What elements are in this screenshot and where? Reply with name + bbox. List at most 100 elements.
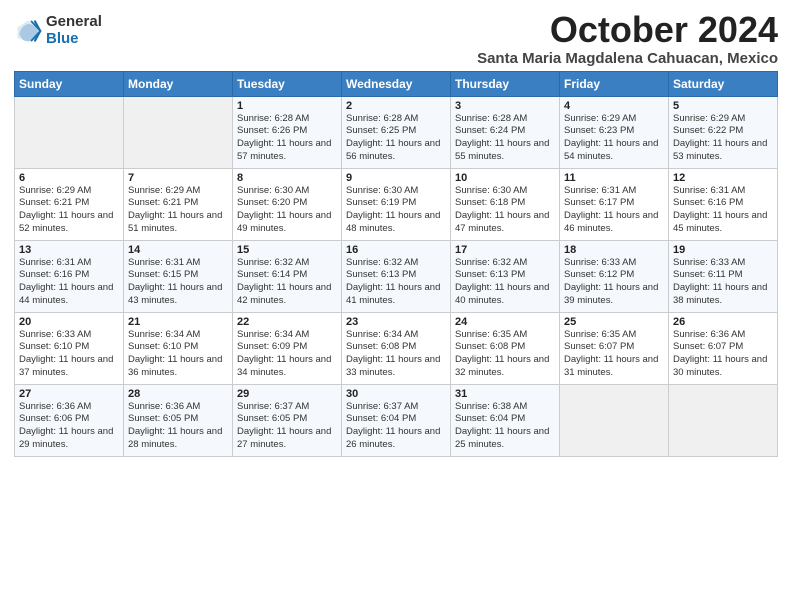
day-number: 1: [237, 100, 337, 112]
day-number: 10: [455, 172, 555, 184]
calendar-cell: 20Sunrise: 6:33 AMSunset: 6:10 PMDayligh…: [15, 312, 124, 384]
day-number: 6: [19, 172, 119, 184]
logo-icon: [14, 17, 42, 45]
day-number: 20: [19, 316, 119, 328]
calendar-cell: 28Sunrise: 6:36 AMSunset: 6:05 PMDayligh…: [124, 384, 233, 456]
cell-info: Sunrise: 6:33 AMSunset: 6:11 PMDaylight:…: [673, 257, 773, 308]
calendar-cell: 10Sunrise: 6:30 AMSunset: 6:18 PMDayligh…: [451, 168, 560, 240]
cell-info: Sunrise: 6:29 AMSunset: 6:21 PMDaylight:…: [128, 185, 228, 236]
cell-info: Sunrise: 6:30 AMSunset: 6:19 PMDaylight:…: [346, 185, 446, 236]
cell-info: Sunrise: 6:33 AMSunset: 6:10 PMDaylight:…: [19, 329, 119, 380]
cell-info: Sunrise: 6:28 AMSunset: 6:25 PMDaylight:…: [346, 113, 446, 164]
cell-info: Sunrise: 6:32 AMSunset: 6:13 PMDaylight:…: [346, 257, 446, 308]
cell-info: Sunrise: 6:29 AMSunset: 6:23 PMDaylight:…: [564, 113, 664, 164]
day-number: 27: [19, 388, 119, 400]
cell-info: Sunrise: 6:34 AMSunset: 6:10 PMDaylight:…: [128, 329, 228, 380]
header: General Blue October 2024 Santa Maria Ma…: [14, 10, 778, 67]
calendar-cell: 5Sunrise: 6:29 AMSunset: 6:22 PMDaylight…: [669, 96, 778, 168]
title-block: October 2024 Santa Maria Magdalena Cahua…: [477, 10, 778, 67]
week-row-3: 13Sunrise: 6:31 AMSunset: 6:16 PMDayligh…: [15, 240, 778, 312]
cell-info: Sunrise: 6:34 AMSunset: 6:09 PMDaylight:…: [237, 329, 337, 380]
day-number: 4: [564, 100, 664, 112]
cell-info: Sunrise: 6:35 AMSunset: 6:08 PMDaylight:…: [455, 329, 555, 380]
logo: General Blue: [14, 14, 102, 47]
calendar-cell: 6Sunrise: 6:29 AMSunset: 6:21 PMDaylight…: [15, 168, 124, 240]
calendar-cell: 18Sunrise: 6:33 AMSunset: 6:12 PMDayligh…: [560, 240, 669, 312]
cell-info: Sunrise: 6:30 AMSunset: 6:20 PMDaylight:…: [237, 185, 337, 236]
day-header-monday: Monday: [124, 71, 233, 96]
logo-general: General: [46, 14, 102, 31]
cell-info: Sunrise: 6:33 AMSunset: 6:12 PMDaylight:…: [564, 257, 664, 308]
cell-info: Sunrise: 6:36 AMSunset: 6:06 PMDaylight:…: [19, 401, 119, 452]
cell-info: Sunrise: 6:31 AMSunset: 6:16 PMDaylight:…: [19, 257, 119, 308]
calendar-cell: [15, 96, 124, 168]
calendar-cell: 14Sunrise: 6:31 AMSunset: 6:15 PMDayligh…: [124, 240, 233, 312]
cell-info: Sunrise: 6:28 AMSunset: 6:24 PMDaylight:…: [455, 113, 555, 164]
day-number: 26: [673, 316, 773, 328]
day-number: 15: [237, 244, 337, 256]
calendar-cell: 30Sunrise: 6:37 AMSunset: 6:04 PMDayligh…: [342, 384, 451, 456]
calendar-cell: 1Sunrise: 6:28 AMSunset: 6:26 PMDaylight…: [233, 96, 342, 168]
day-header-wednesday: Wednesday: [342, 71, 451, 96]
cell-info: Sunrise: 6:37 AMSunset: 6:05 PMDaylight:…: [237, 401, 337, 452]
calendar-cell: 31Sunrise: 6:38 AMSunset: 6:04 PMDayligh…: [451, 384, 560, 456]
cell-info: Sunrise: 6:36 AMSunset: 6:05 PMDaylight:…: [128, 401, 228, 452]
cell-info: Sunrise: 6:37 AMSunset: 6:04 PMDaylight:…: [346, 401, 446, 452]
day-number: 21: [128, 316, 228, 328]
calendar-cell: [560, 384, 669, 456]
calendar-cell: 4Sunrise: 6:29 AMSunset: 6:23 PMDaylight…: [560, 96, 669, 168]
day-number: 12: [673, 172, 773, 184]
day-number: 5: [673, 100, 773, 112]
day-number: 9: [346, 172, 446, 184]
day-number: 18: [564, 244, 664, 256]
calendar-cell: 29Sunrise: 6:37 AMSunset: 6:05 PMDayligh…: [233, 384, 342, 456]
calendar-cell: 8Sunrise: 6:30 AMSunset: 6:20 PMDaylight…: [233, 168, 342, 240]
calendar-cell: 19Sunrise: 6:33 AMSunset: 6:11 PMDayligh…: [669, 240, 778, 312]
calendar-page: General Blue October 2024 Santa Maria Ma…: [0, 0, 792, 612]
calendar-cell: [669, 384, 778, 456]
cell-info: Sunrise: 6:38 AMSunset: 6:04 PMDaylight:…: [455, 401, 555, 452]
cell-info: Sunrise: 6:28 AMSunset: 6:26 PMDaylight:…: [237, 113, 337, 164]
calendar-cell: 2Sunrise: 6:28 AMSunset: 6:25 PMDaylight…: [342, 96, 451, 168]
calendar-cell: 24Sunrise: 6:35 AMSunset: 6:08 PMDayligh…: [451, 312, 560, 384]
cell-info: Sunrise: 6:35 AMSunset: 6:07 PMDaylight:…: [564, 329, 664, 380]
day-number: 14: [128, 244, 228, 256]
days-header-row: SundayMondayTuesdayWednesdayThursdayFrid…: [15, 71, 778, 96]
week-row-5: 27Sunrise: 6:36 AMSunset: 6:06 PMDayligh…: [15, 384, 778, 456]
day-number: 19: [673, 244, 773, 256]
calendar-table: SundayMondayTuesdayWednesdayThursdayFrid…: [14, 71, 778, 457]
day-number: 30: [346, 388, 446, 400]
cell-info: Sunrise: 6:32 AMSunset: 6:14 PMDaylight:…: [237, 257, 337, 308]
day-number: 17: [455, 244, 555, 256]
day-number: 28: [128, 388, 228, 400]
cell-info: Sunrise: 6:31 AMSunset: 6:15 PMDaylight:…: [128, 257, 228, 308]
calendar-cell: 13Sunrise: 6:31 AMSunset: 6:16 PMDayligh…: [15, 240, 124, 312]
location-title: Santa Maria Magdalena Cahuacan, Mexico: [477, 50, 778, 67]
calendar-cell: 15Sunrise: 6:32 AMSunset: 6:14 PMDayligh…: [233, 240, 342, 312]
calendar-cell: 3Sunrise: 6:28 AMSunset: 6:24 PMDaylight…: [451, 96, 560, 168]
calendar-cell: 17Sunrise: 6:32 AMSunset: 6:13 PMDayligh…: [451, 240, 560, 312]
cell-info: Sunrise: 6:36 AMSunset: 6:07 PMDaylight:…: [673, 329, 773, 380]
calendar-cell: [124, 96, 233, 168]
month-title: October 2024: [477, 10, 778, 50]
week-row-2: 6 Sunrise: 6:29 AMSunset: 6:21 PMDaylight…: [15, 168, 778, 240]
day-number: 22: [237, 316, 337, 328]
cell-info: Sunrise: 6:31 AMSunset: 6:17 PMDaylight:…: [564, 185, 664, 236]
cell-info: Sunrise: 6:34 AMSunset: 6:08 PMDaylight:…: [346, 329, 446, 380]
day-header-thursday: Thursday: [451, 71, 560, 96]
day-number: 23: [346, 316, 446, 328]
day-number: 3: [455, 100, 555, 112]
day-number: 24: [455, 316, 555, 328]
calendar-cell: 27Sunrise: 6:36 AMSunset: 6:06 PMDayligh…: [15, 384, 124, 456]
calendar-cell: 12Sunrise: 6:31 AMSunset: 6:16 PMDayligh…: [669, 168, 778, 240]
cell-info: Sunrise: 6:30 AMSunset: 6:18 PMDaylight:…: [455, 185, 555, 236]
logo-text: General Blue: [46, 14, 102, 47]
day-number: 31: [455, 388, 555, 400]
calendar-cell: 21Sunrise: 6:34 AMSunset: 6:10 PMDayligh…: [124, 312, 233, 384]
calendar-cell: 26Sunrise: 6:36 AMSunset: 6:07 PMDayligh…: [669, 312, 778, 384]
day-number: 2: [346, 100, 446, 112]
day-header-saturday: Saturday: [669, 71, 778, 96]
day-number: 8: [237, 172, 337, 184]
logo-blue: Blue: [46, 31, 102, 48]
day-header-tuesday: Tuesday: [233, 71, 342, 96]
